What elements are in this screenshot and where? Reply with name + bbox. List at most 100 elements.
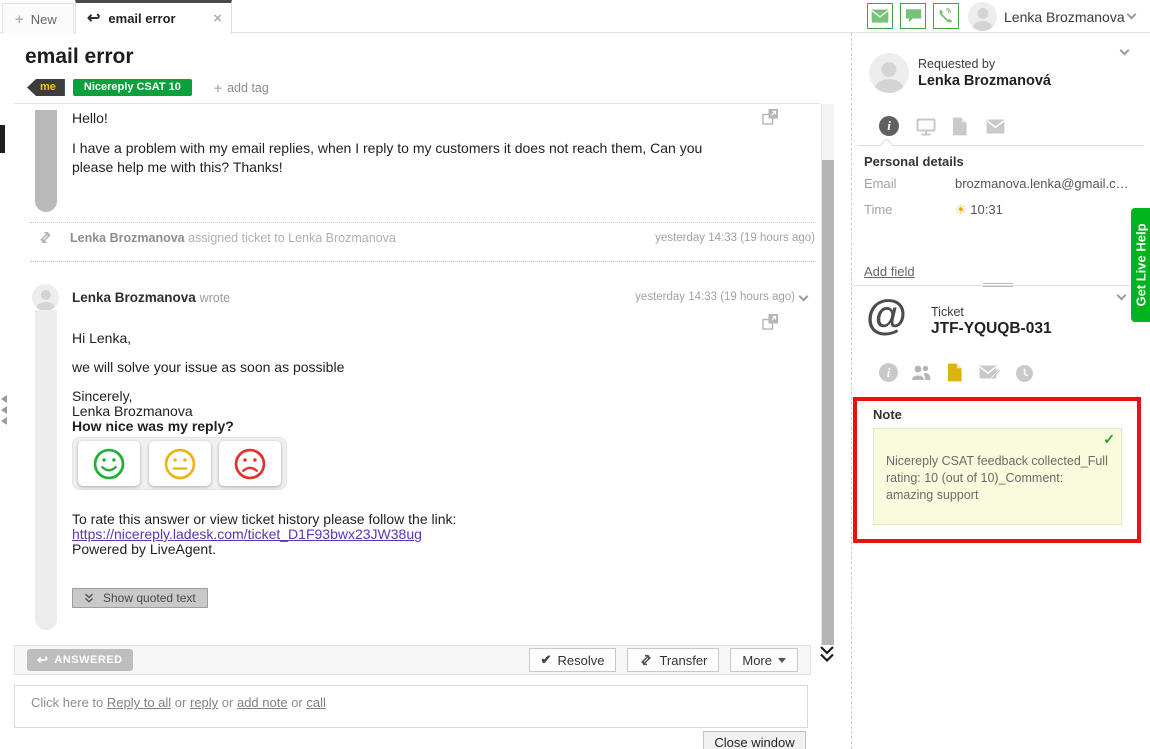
assign-icon [38, 230, 53, 245]
ticket-tab-contacts[interactable] [910, 364, 931, 386]
new-chat-button[interactable] [900, 3, 926, 29]
wrote-label: wrote [200, 291, 231, 305]
ticket-id: JTF-YQUQB-031 [931, 320, 1052, 338]
transfer-label: Transfer [659, 653, 707, 668]
message-timeline-bar [35, 110, 57, 212]
agent-avatar [32, 284, 59, 311]
get-live-help-tab[interactable]: Get Live Help [1131, 208, 1150, 322]
contact-tab-tickets[interactable] [985, 119, 1006, 139]
envelope-icon [871, 9, 889, 23]
status-badge: ↩ ANSWERED [27, 649, 133, 671]
ticket-tab-info[interactable]: i [879, 363, 898, 382]
ticket-sidebar: Requested by Lenka Brozmanová i [851, 33, 1150, 749]
plus-icon: + [15, 11, 24, 28]
tab-bar: + New ↩ email error × Lenka Brozma [0, 0, 1150, 33]
contact-tab-info[interactable]: i [879, 116, 899, 136]
monitor-icon [916, 118, 936, 136]
chevron-left-icon [1, 406, 7, 414]
powered-by-text: Powered by LiveAgent. [72, 541, 216, 557]
reply-hint-or: or [288, 695, 307, 710]
personal-details-heading: Personal details [864, 154, 964, 169]
ticket-tab-history[interactable] [1015, 364, 1034, 388]
rate-neutral-button[interactable] [149, 441, 211, 486]
open-message-button[interactable] [762, 108, 779, 125]
close-window-label: Close window [714, 735, 794, 749]
rate-bad-button[interactable] [219, 441, 281, 486]
new-call-button[interactable] [933, 3, 959, 29]
edge-marker [0, 125, 5, 153]
reply-arrow-icon: ↩ [87, 11, 100, 27]
reply-input-area[interactable]: Click here to Reply to all or reply or a… [14, 685, 808, 728]
show-quoted-text-button[interactable]: Show quoted text [72, 588, 208, 608]
time-value: ☀ 10:31 [955, 202, 1003, 218]
phone-icon [938, 8, 954, 24]
time-text: 10:31 [970, 202, 1003, 217]
message-author: Lenka Brozmanova [72, 290, 196, 305]
tab-active-label: email error [108, 11, 175, 26]
message-greeting: Hello! [72, 110, 108, 126]
ticket-title: email error [25, 45, 134, 69]
add-tag-label: add tag [227, 81, 269, 95]
ticket-tab-forward[interactable] [979, 365, 1001, 386]
clock-icon [1015, 364, 1034, 383]
event-actor: Lenka Brozmanova [70, 231, 185, 245]
reply-to-all-link[interactable]: Reply to all [107, 695, 171, 710]
chevron-down-icon[interactable] [799, 292, 809, 302]
reply-link[interactable]: reply [190, 695, 218, 710]
contact-tab-notes[interactable] [952, 117, 967, 141]
assign-event-row [38, 230, 53, 250]
chevron-down-icon[interactable] [1120, 46, 1130, 56]
chevron-down-icon[interactable] [1127, 10, 1137, 20]
envelope-icon [985, 119, 1006, 134]
more-button[interactable]: More [730, 648, 798, 672]
resolve-button[interactable]: ✔ Resolve [529, 648, 617, 672]
time-label: Time [864, 202, 892, 217]
smiley-neutral-icon [162, 446, 198, 482]
user-avatar[interactable] [968, 2, 997, 31]
tab-new[interactable]: + New [2, 3, 74, 34]
ticket-label: Ticket [931, 305, 964, 319]
nicereply-link[interactable]: https://nicereply.ladesk.com/ticket_D1F9… [72, 526, 422, 542]
message-timestamp: yesterday 14:33 (19 hours ago) [615, 291, 795, 303]
close-tab-icon[interactable]: × [213, 10, 222, 27]
reply-hint-or: or [171, 695, 190, 710]
chevron-down-icon[interactable] [1117, 291, 1127, 301]
system-event-text: Lenka Brozmanova assigned ticket to Lenk… [70, 231, 396, 245]
info-icon: i [879, 363, 898, 382]
rate-good-button[interactable] [78, 441, 140, 486]
tab-email-error[interactable]: ↩ email error × [75, 0, 232, 34]
close-window-button[interactable]: Close window [703, 731, 806, 749]
status-label: ANSWERED [54, 654, 122, 666]
note-heading: Note [873, 407, 902, 422]
tag-me[interactable]: me [27, 79, 65, 96]
ticket-tab-notes-active[interactable] [947, 363, 962, 387]
app-window: + New ↩ email error × Lenka Brozma [0, 0, 1150, 749]
transfer-button[interactable]: Transfer [627, 648, 719, 672]
drag-handle[interactable] [983, 281, 1013, 289]
message-header: Lenka Brozmanova wrote [72, 290, 230, 305]
contact-tab-sessions[interactable] [916, 118, 936, 141]
check-icon: ✔ [541, 652, 552, 668]
mail-edit-icon [979, 365, 1001, 381]
popout-icon [762, 313, 779, 330]
add-tag-button[interactable]: + add tag [214, 80, 269, 96]
email-value: brozmanova.lenka@gmail.c… [955, 176, 1129, 191]
thread-scrollbar-thumb[interactable] [822, 160, 834, 645]
smiley-happy-icon [91, 446, 127, 482]
call-link[interactable]: call [306, 695, 326, 710]
add-field-link[interactable]: Add field [864, 264, 915, 279]
add-note-link[interactable]: add note [237, 695, 288, 710]
at-sign-icon: @ [866, 291, 907, 339]
csat-note[interactable]: ✓ Nicereply CSAT feedback collected_Full… [873, 428, 1122, 525]
tag-nicereply-csat[interactable]: Nicereply CSAT 10 [73, 79, 192, 96]
requested-by-label: Requested by [918, 57, 995, 71]
new-email-button[interactable] [867, 3, 893, 29]
open-message-button[interactable] [762, 313, 779, 330]
collapse-panel-handle[interactable] [1, 392, 7, 428]
checkmark-icon: ✓ [1103, 431, 1115, 448]
user-menu[interactable]: Lenka Brozmanova [1004, 9, 1125, 25]
collapse-thread-button[interactable] [819, 645, 835, 668]
reply-line: we will solve your issue as soon as poss… [72, 359, 344, 375]
document-icon [952, 117, 967, 136]
resolve-label: Resolve [557, 653, 604, 668]
